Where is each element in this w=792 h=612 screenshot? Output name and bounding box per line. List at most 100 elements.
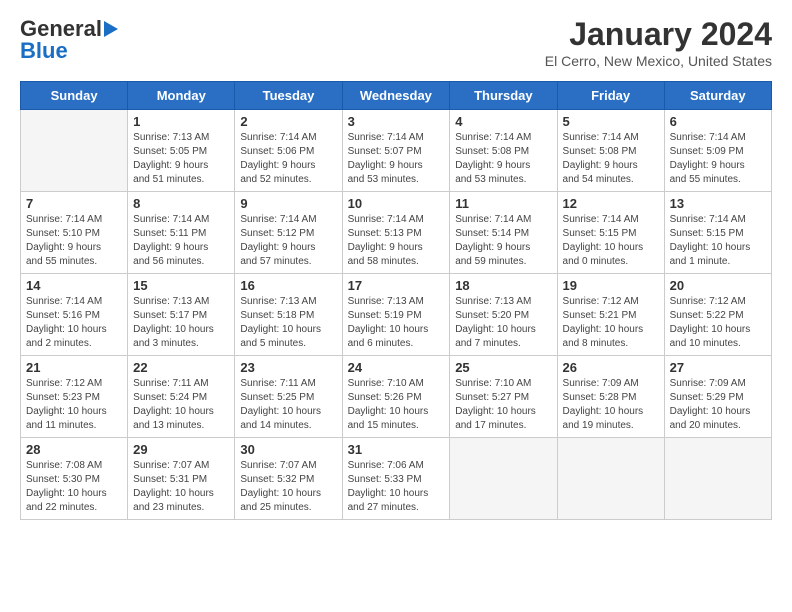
header: General Blue January 2024 El Cerro, New …: [20, 16, 772, 69]
logo-blue: Blue: [20, 38, 68, 64]
calendar-cell: 8 Sunrise: 7:14 AM Sunset: 5:11 PM Daylig…: [128, 192, 235, 274]
day-info: Sunrise: 7:12 AM Sunset: 5:22 PM Dayligh…: [670, 295, 766, 351]
day-info: Sunrise: 7:14 AM Sunset: 5:11 PM Dayligh…: [133, 213, 229, 269]
calendar-cell: 12Sunrise: 7:14 AM Sunset: 5:15 PM Dayli…: [557, 192, 664, 274]
calendar-header-row: SundayMondayTuesdayWednesdayThursdayFrid…: [21, 82, 772, 110]
calendar-table: SundayMondayTuesdayWednesdayThursdayFrid…: [20, 81, 772, 520]
day-number: 31: [348, 442, 445, 457]
day-info: Sunrise: 7:07 AM Sunset: 5:31 PM Dayligh…: [133, 459, 229, 515]
calendar-cell: 28 Sunrise: 7:08 AM Sunset: 5:30 PM Dayli…: [21, 438, 128, 520]
calendar-week-row: 21 Sunrise: 7:12 AM Sunset: 5:23 PM Dayli…: [21, 356, 772, 438]
day-number: 15: [133, 278, 229, 293]
day-info: Sunrise: 7:14 AM Sunset: 5:12 PM Dayligh…: [240, 213, 336, 269]
title-area: January 2024 El Cerro, New Mexico, Unite…: [545, 16, 772, 69]
calendar-cell: 18 Sunrise: 7:13 AM Sunset: 5:20 PM Dayli…: [450, 274, 557, 356]
day-number: 20: [670, 278, 766, 293]
day-info: Sunrise: 7:14 AM Sunset: 5:10 PM Dayligh…: [26, 213, 122, 269]
day-number: 27: [670, 360, 766, 375]
calendar-header-monday: Monday: [128, 82, 235, 110]
day-info: Sunrise: 7:13 AM Sunset: 5:17 PM Dayligh…: [133, 295, 229, 351]
calendar-header-wednesday: Wednesday: [342, 82, 450, 110]
day-info: Sunrise: 7:14 AM Sunset: 5:16 PM Dayligh…: [26, 295, 122, 351]
calendar-cell: 15 Sunrise: 7:13 AM Sunset: 5:17 PM Dayli…: [128, 274, 235, 356]
calendar-cell: 2 Sunrise: 7:14 AM Sunset: 5:06 PM Daylig…: [235, 110, 342, 192]
day-info: Sunrise: 7:11 AM Sunset: 5:24 PM Dayligh…: [133, 377, 229, 433]
day-info: Sunrise: 7:12 AM Sunset: 5:23 PM Dayligh…: [26, 377, 122, 433]
day-number: 22: [133, 360, 229, 375]
day-info: Sunrise: 7:06 AM Sunset: 5:33 PM Dayligh…: [348, 459, 445, 515]
calendar-cell: 17 Sunrise: 7:13 AM Sunset: 5:19 PM Dayli…: [342, 274, 450, 356]
day-number: 21: [26, 360, 122, 375]
calendar-cell: 23Sunrise: 7:11 AM Sunset: 5:25 PM Dayli…: [235, 356, 342, 438]
calendar-header-thursday: Thursday: [450, 82, 557, 110]
calendar-week-row: 14Sunrise: 7:14 AM Sunset: 5:16 PM Dayli…: [21, 274, 772, 356]
calendar-cell: 24 Sunrise: 7:10 AM Sunset: 5:26 PM Dayli…: [342, 356, 450, 438]
calendar-cell: [450, 438, 557, 520]
calendar-cell: 7 Sunrise: 7:14 AM Sunset: 5:10 PM Daylig…: [21, 192, 128, 274]
location: El Cerro, New Mexico, United States: [545, 53, 772, 69]
calendar-cell: 31 Sunrise: 7:06 AM Sunset: 5:33 PM Dayli…: [342, 438, 450, 520]
calendar-cell: 16Sunrise: 7:13 AM Sunset: 5:18 PM Dayli…: [235, 274, 342, 356]
day-number: 30: [240, 442, 336, 457]
day-info: Sunrise: 7:09 AM Sunset: 5:29 PM Dayligh…: [670, 377, 766, 433]
calendar-week-row: 28 Sunrise: 7:08 AM Sunset: 5:30 PM Dayli…: [21, 438, 772, 520]
day-number: 5: [563, 114, 659, 129]
day-number: 17: [348, 278, 445, 293]
calendar-cell: 26 Sunrise: 7:09 AM Sunset: 5:28 PM Dayli…: [557, 356, 664, 438]
logo: General Blue: [20, 16, 118, 64]
day-number: 24: [348, 360, 445, 375]
calendar-header-saturday: Saturday: [664, 82, 771, 110]
day-number: 13: [670, 196, 766, 211]
day-number: 28: [26, 442, 122, 457]
day-number: 23: [240, 360, 336, 375]
day-info: Sunrise: 7:12 AM Sunset: 5:21 PM Dayligh…: [563, 295, 659, 351]
calendar-cell: [21, 110, 128, 192]
day-info: Sunrise: 7:13 AM Sunset: 5:05 PM Dayligh…: [133, 131, 229, 187]
day-info: Sunrise: 7:13 AM Sunset: 5:19 PM Dayligh…: [348, 295, 445, 351]
day-number: 7: [26, 196, 122, 211]
calendar-week-row: 1Sunrise: 7:13 AM Sunset: 5:05 PM Daylig…: [21, 110, 772, 192]
calendar-header-friday: Friday: [557, 82, 664, 110]
calendar-cell: 3 Sunrise: 7:14 AM Sunset: 5:07 PM Daylig…: [342, 110, 450, 192]
day-info: Sunrise: 7:14 AM Sunset: 5:07 PM Dayligh…: [348, 131, 445, 187]
calendar-cell: 1Sunrise: 7:13 AM Sunset: 5:05 PM Daylig…: [128, 110, 235, 192]
calendar-cell: 4Sunrise: 7:14 AM Sunset: 5:08 PM Daylig…: [450, 110, 557, 192]
day-number: 29: [133, 442, 229, 457]
day-number: 16: [240, 278, 336, 293]
day-info: Sunrise: 7:14 AM Sunset: 5:13 PM Dayligh…: [348, 213, 445, 269]
day-info: Sunrise: 7:09 AM Sunset: 5:28 PM Dayligh…: [563, 377, 659, 433]
day-number: 2: [240, 114, 336, 129]
calendar-cell: 11 Sunrise: 7:14 AM Sunset: 5:14 PM Dayli…: [450, 192, 557, 274]
day-info: Sunrise: 7:10 AM Sunset: 5:27 PM Dayligh…: [455, 377, 551, 433]
calendar-cell: 14Sunrise: 7:14 AM Sunset: 5:16 PM Dayli…: [21, 274, 128, 356]
day-number: 8: [133, 196, 229, 211]
calendar-cell: 19 Sunrise: 7:12 AM Sunset: 5:21 PM Dayli…: [557, 274, 664, 356]
day-number: 18: [455, 278, 551, 293]
calendar-cell: 5Sunrise: 7:14 AM Sunset: 5:08 PM Daylig…: [557, 110, 664, 192]
day-number: 26: [563, 360, 659, 375]
calendar-cell: 27 Sunrise: 7:09 AM Sunset: 5:29 PM Dayli…: [664, 356, 771, 438]
calendar-cell: [664, 438, 771, 520]
calendar-cell: 20 Sunrise: 7:12 AM Sunset: 5:22 PM Dayli…: [664, 274, 771, 356]
calendar-cell: 13 Sunrise: 7:14 AM Sunset: 5:15 PM Dayli…: [664, 192, 771, 274]
day-info: Sunrise: 7:14 AM Sunset: 5:15 PM Dayligh…: [670, 213, 766, 269]
calendar-cell: 9 Sunrise: 7:14 AM Sunset: 5:12 PM Daylig…: [235, 192, 342, 274]
day-info: Sunrise: 7:13 AM Sunset: 5:20 PM Dayligh…: [455, 295, 551, 351]
day-info: Sunrise: 7:14 AM Sunset: 5:06 PM Dayligh…: [240, 131, 336, 187]
day-info: Sunrise: 7:10 AM Sunset: 5:26 PM Dayligh…: [348, 377, 445, 433]
day-number: 9: [240, 196, 336, 211]
day-number: 10: [348, 196, 445, 211]
calendar-cell: 21 Sunrise: 7:12 AM Sunset: 5:23 PM Dayli…: [21, 356, 128, 438]
logo-arrow-icon: [104, 21, 118, 37]
calendar-header-tuesday: Tuesday: [235, 82, 342, 110]
day-info: Sunrise: 7:08 AM Sunset: 5:30 PM Dayligh…: [26, 459, 122, 515]
day-info: Sunrise: 7:14 AM Sunset: 5:14 PM Dayligh…: [455, 213, 551, 269]
calendar-cell: 30Sunrise: 7:07 AM Sunset: 5:32 PM Dayli…: [235, 438, 342, 520]
calendar-cell: 10 Sunrise: 7:14 AM Sunset: 5:13 PM Dayli…: [342, 192, 450, 274]
day-number: 11: [455, 196, 551, 211]
calendar-cell: [557, 438, 664, 520]
calendar-header-sunday: Sunday: [21, 82, 128, 110]
day-number: 19: [563, 278, 659, 293]
day-number: 12: [563, 196, 659, 211]
day-number: 3: [348, 114, 445, 129]
